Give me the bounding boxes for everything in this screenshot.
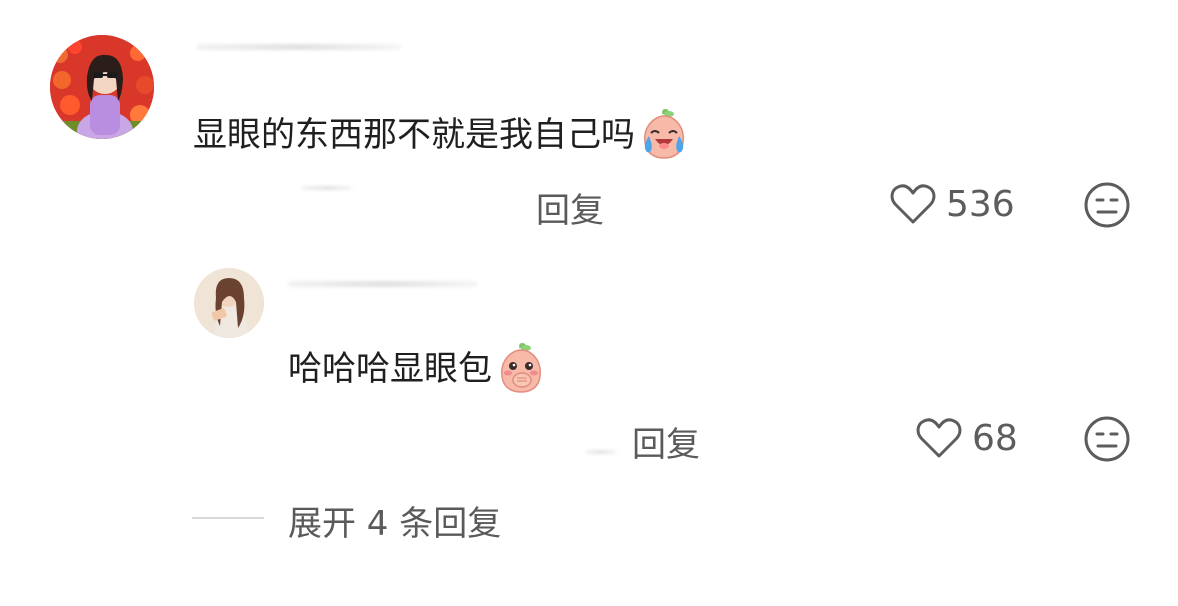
expand-replies-button[interactable]: 展开 4 条回复 [288,496,501,545]
heart-icon [890,184,936,224]
reply-text: 哈哈哈显眼包 [288,349,492,389]
like-count: 536 [946,183,1015,225]
reply-like-button[interactable]: 68 [916,417,1018,459]
comment-body: 显眼的东西那不就是我自己吗 [193,108,691,162]
reply-like-count: 68 [972,417,1018,459]
commenter-avatar[interactable] [50,35,154,139]
comment-timestamp [302,186,352,190]
laughing-crying-peach-emoji-icon [637,108,691,162]
reply-body: 哈哈哈显眼包 [288,342,548,396]
replier-name[interactable] [288,281,478,287]
reply-button[interactable]: 回复 [536,183,604,232]
commenter-name[interactable] [196,44,401,50]
replier-avatar[interactable] [194,268,264,338]
expand-divider [192,517,264,519]
heart-icon [916,418,962,458]
dislike-face-icon[interactable] [1083,181,1131,229]
dislike-face-icon[interactable] [1083,415,1131,463]
reply-timestamp [586,450,616,454]
comment-text: 显眼的东西那不就是我自己吗 [193,115,635,155]
giggling-peach-emoji-icon [494,342,548,396]
like-button[interactable]: 536 [890,183,1015,225]
reply-reply-button[interactable]: 回复 [632,417,700,466]
